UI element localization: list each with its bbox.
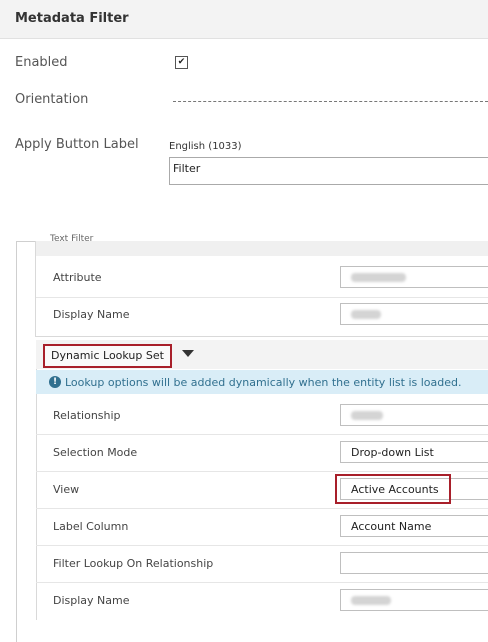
relationship-field[interactable] — [340, 404, 488, 426]
apply-button-label-value: Filter — [173, 162, 201, 175]
filter-lookup-field[interactable] — [340, 552, 488, 574]
label-column-value: Account Name — [351, 520, 432, 533]
lookup-display-name-label: Display Name — [53, 594, 130, 607]
label-column-label: Label Column — [53, 520, 129, 533]
view-highlight — [335, 474, 451, 504]
view-label: View — [53, 483, 80, 496]
apply-button-label-label: Apply Button Label — [15, 137, 139, 152]
text-filter-title: Text Filter — [50, 234, 94, 244]
selection-mode-value: Drop-down List — [351, 446, 434, 459]
panel-header: Metadata Filter — [0, 0, 488, 39]
relationship-label: Relationship — [53, 409, 121, 422]
enabled-checkbox[interactable]: ✔ — [175, 56, 188, 69]
lookup-display-name-field[interactable] — [340, 589, 488, 611]
filter-lookup-label: Filter Lookup On Relationship — [53, 557, 214, 570]
checkmark-icon: ✔ — [177, 57, 186, 67]
panel-title: Metadata Filter — [15, 11, 129, 26]
dynamic-lookup-set-title: Dynamic Lookup Set — [43, 344, 172, 368]
orientation-field[interactable] — [173, 101, 488, 102]
attribute-label: Attribute — [53, 271, 102, 284]
orientation-label: Orientation — [15, 92, 89, 107]
caret-down-icon[interactable] — [182, 350, 194, 357]
apply-button-label-input[interactable]: Filter — [169, 157, 488, 185]
enabled-label: Enabled — [15, 55, 68, 70]
text-filter-display-name-label: Display Name — [53, 308, 130, 321]
text-filter-display-name-field[interactable] — [340, 303, 488, 325]
selection-mode-select[interactable]: Drop-down List — [340, 441, 488, 463]
info-message: Lookup options will be added dynamically… — [65, 376, 462, 389]
text-filter-header — [36, 241, 488, 256]
language-label: English (1033) — [169, 141, 242, 152]
attribute-field[interactable] — [340, 266, 488, 288]
info-circle-icon: ! — [49, 376, 61, 388]
label-column-select[interactable]: Account Name — [340, 515, 488, 537]
selection-mode-label: Selection Mode — [53, 446, 138, 459]
